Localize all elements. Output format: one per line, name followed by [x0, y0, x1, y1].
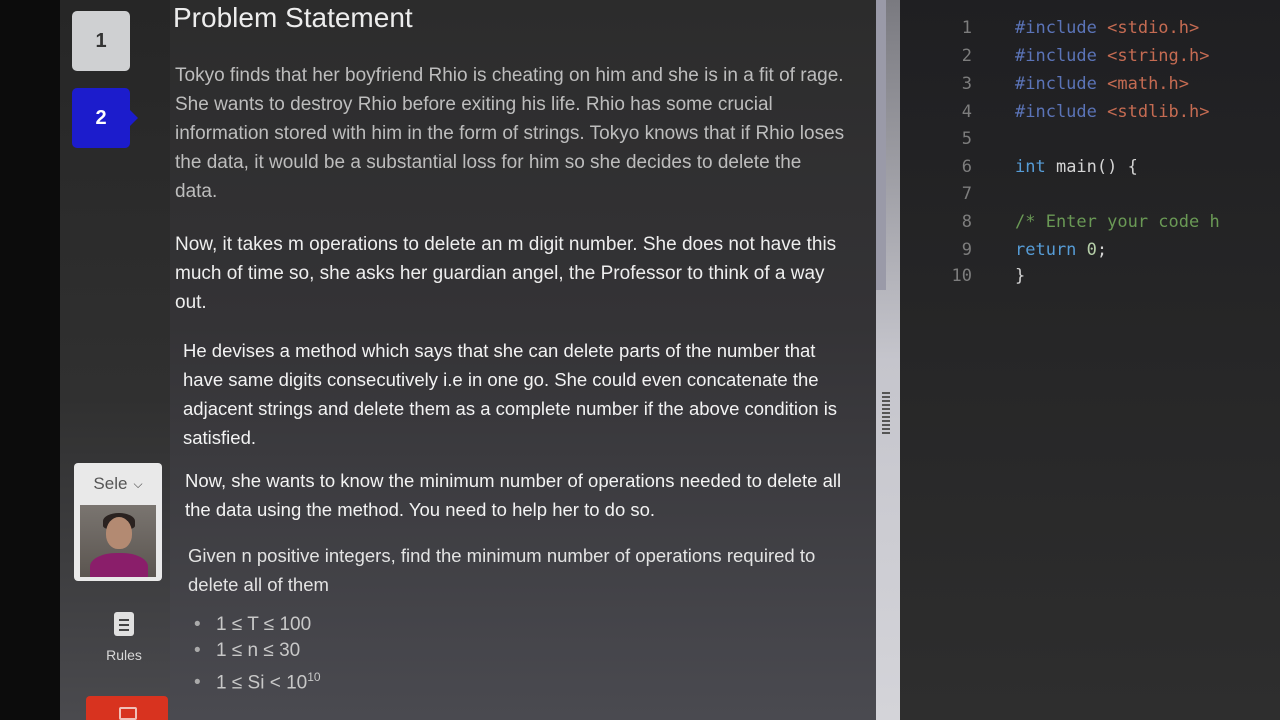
- code-text[interactable]: }: [1015, 266, 1025, 286]
- line-number: 9: [961, 240, 972, 260]
- code-line[interactable]: 9 return 0;: [900, 240, 1280, 267]
- problem-paragraph: Now, it takes m operations to delete an …: [175, 234, 837, 313]
- panel-resize-divider[interactable]: [876, 0, 900, 720]
- line-number: 7: [961, 184, 972, 204]
- webcam-panel: Sele ⌵: [74, 463, 162, 581]
- question-2-button[interactable]: 2: [72, 88, 138, 148]
- code-editor[interactable]: 1 #include <stdio.h> 2 #include <string.h> 3…: [900, 0, 1280, 720]
- rules-label: Rules: [106, 647, 142, 663]
- code-line[interactable]: 7: [900, 184, 1280, 211]
- rules-button[interactable]: Rules: [96, 612, 152, 668]
- code-line[interactable]: 2 #include <string.h>: [900, 46, 1280, 73]
- problem-panel: Problem Statement Tokyo finds that her b…: [170, 0, 876, 720]
- problem-paragraph: Now, she wants to know the minimum numbe…: [185, 470, 842, 520]
- problem-paragraph: Tokyo finds that her boyfriend Rhio is c…: [175, 65, 845, 202]
- line-number: 5: [961, 129, 972, 149]
- problem-paragraph: Given n positive integers, find the mini…: [188, 545, 816, 595]
- constraint-item: 1 ≤ T ≤ 100: [194, 612, 321, 638]
- code-text[interactable]: int main() {: [1015, 157, 1138, 177]
- code-line[interactable]: 8 /* Enter your code h: [900, 212, 1280, 239]
- code-text[interactable]: #include <math.h>: [1015, 74, 1189, 94]
- problem-title: Problem Statement: [173, 2, 413, 33]
- code-text[interactable]: #include <stdlib.h>: [1015, 102, 1209, 122]
- code-line[interactable]: 5: [900, 129, 1280, 156]
- code-text[interactable]: return 0;: [1015, 240, 1107, 260]
- code-line[interactable]: 10}: [900, 266, 1280, 293]
- line-number: 6: [961, 157, 972, 177]
- line-number: 2: [961, 46, 972, 66]
- constraints-list: 1 ≤ T ≤ 100 1 ≤ n ≤ 30 1 ≤ Si < 1010: [194, 612, 321, 696]
- code-line[interactable]: 1 #include <stdio.h>: [900, 18, 1280, 45]
- line-number: 10: [951, 266, 972, 286]
- camera-select-label: Sele: [93, 474, 128, 493]
- camera-select[interactable]: Sele ⌵: [74, 463, 162, 505]
- drag-handle-icon[interactable]: [882, 392, 890, 434]
- chevron-down-icon: ⌵: [133, 476, 143, 491]
- webcam-video: [80, 505, 156, 577]
- constraint-item: 1 ≤ n ≤ 30: [194, 638, 321, 664]
- code-text[interactable]: #include <string.h>: [1015, 46, 1209, 66]
- code-text[interactable]: #include <stdio.h>: [1015, 18, 1199, 38]
- question-1-button[interactable]: 1: [72, 11, 130, 71]
- clipboard-icon: [114, 612, 134, 636]
- line-number: 1: [961, 18, 972, 38]
- exit-button[interactable]: [86, 696, 168, 720]
- code-line[interactable]: 6 int main() {: [900, 157, 1280, 184]
- problem-paragraph: He devises a method which says that she …: [183, 340, 838, 448]
- code-line[interactable]: 3 #include <math.h>: [900, 74, 1280, 101]
- line-number: 3: [961, 74, 972, 94]
- code-line[interactable]: 4 #include <stdlib.h>: [900, 102, 1280, 129]
- exit-icon: [119, 707, 137, 720]
- constraint-item: 1 ≤ Si < 1010: [194, 664, 321, 696]
- problem-scrollbar[interactable]: [876, 0, 886, 290]
- line-number: 8: [961, 212, 972, 232]
- line-number: 4: [961, 102, 972, 122]
- screen-bezel: [0, 0, 60, 720]
- code-text[interactable]: /* Enter your code h: [1015, 212, 1220, 232]
